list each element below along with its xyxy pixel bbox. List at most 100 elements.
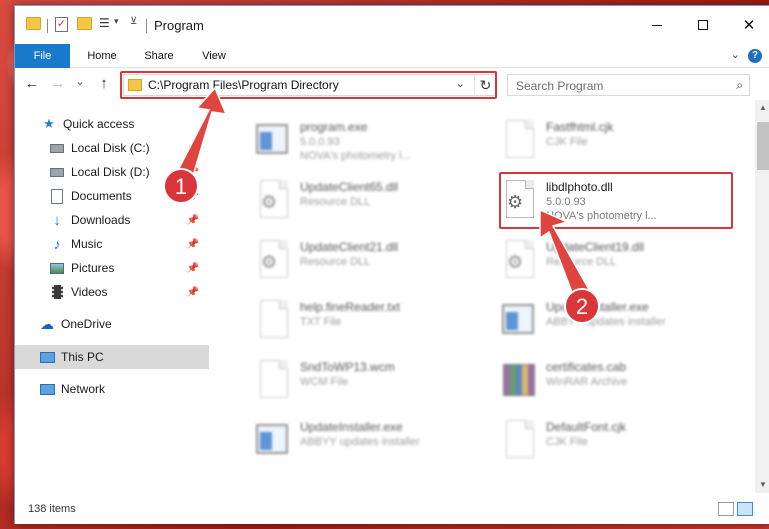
close-button[interactable]: ✕ (726, 6, 769, 44)
pin-icon[interactable]: 📌 (187, 287, 199, 298)
document-icon (254, 300, 290, 342)
sidebar-item-local-disk-d[interactable]: Local Disk (D:) 📌 (15, 160, 209, 184)
file-item[interactable]: ⚙ UpdateClient65.dll Resource DLL (246, 172, 486, 228)
close-icon: ✕ (742, 17, 756, 34)
exe-icon (500, 300, 536, 342)
expand-ribbon-icon[interactable]: ⌄ (731, 48, 740, 61)
file-name: UpdateClient21.dll (300, 240, 399, 254)
tab-view[interactable]: View (191, 44, 237, 68)
customize-toolbar-icon[interactable]: ⊻ (130, 16, 137, 27)
up-button[interactable]: ↑ (95, 75, 113, 93)
download-arrow-icon: ↓ (53, 211, 61, 229)
sidebar-item-label: Local Disk (C:) (71, 141, 150, 155)
tiles-view-button[interactable] (737, 502, 753, 516)
sidebar-item-music[interactable]: ♪ Music 📌 (15, 232, 209, 256)
star-icon: ★ (43, 116, 55, 131)
sidebar-item-documents[interactable]: Documents 📌 (15, 184, 209, 208)
file-version: 5.0.0.93 (300, 136, 340, 148)
minimize-button[interactable] (634, 6, 680, 44)
refresh-button[interactable]: ↻ (474, 74, 496, 96)
file-item[interactable]: ⚙ UpdateClient19.dll Resource DLL (492, 232, 732, 288)
sidebar-item-label: Documents (71, 189, 132, 203)
file-name: DefaultFont.cjk (546, 420, 627, 434)
sidebar-item-this-pc[interactable]: This PC (15, 345, 209, 369)
sidebar-item-pictures[interactable]: Pictures 📌 (15, 256, 209, 280)
sidebar-item-quick-access[interactable]: ★ Quick access (15, 112, 209, 136)
scroll-up-icon[interactable]: ▲ (755, 100, 769, 116)
sidebar-item-label: Network (61, 382, 106, 396)
help-button[interactable]: ? (748, 49, 762, 63)
sidebar-item-videos[interactable]: Videos 📌 (15, 280, 209, 304)
maximize-icon (698, 20, 708, 30)
dll-icon: ⚙ (500, 240, 536, 282)
file-item[interactable]: DefaultFont.cjk CJK File (492, 412, 732, 468)
file-name: Fastfhtml.cjk (546, 120, 614, 134)
document-icon (500, 120, 536, 162)
tab-share[interactable]: Share (134, 44, 184, 68)
file-item[interactable]: ⚙ UpdateClient21.dll Resource DLL (246, 232, 486, 288)
drive-icon (49, 164, 65, 180)
pin-icon[interactable]: 📌 (187, 167, 199, 178)
file-type: ABBYY updates installer (300, 436, 420, 448)
search-input[interactable]: Search Program (516, 79, 603, 93)
file-type: ABBYY updates installer (546, 316, 666, 328)
sidebar-item-network[interactable]: Network (15, 377, 209, 401)
search-icon[interactable]: ⌕ (736, 78, 743, 93)
sidebar-item-local-disk-c[interactable]: Local Disk (C:) 📌 (15, 136, 209, 160)
document-icon (254, 360, 290, 402)
file-item[interactable]: SndToWP13.wcm WCM File (246, 352, 486, 408)
file-item[interactable]: certificates.cab WinRAR Archive (492, 352, 732, 408)
file-item[interactable]: UpdateInstaller.exe ABBYY updates instal… (492, 292, 732, 348)
folder-icon (26, 17, 41, 30)
new-folder-icon[interactable] (77, 17, 92, 30)
pin-icon[interactable]: 📌 (187, 239, 199, 250)
file-type: TXT File (300, 316, 342, 328)
file-type: CJK File (546, 136, 588, 148)
minimize-icon (652, 24, 662, 26)
file-item[interactable]: Fastfhtml.cjk CJK File (492, 112, 732, 168)
chevron-down-icon[interactable]: ▾ (114, 16, 119, 27)
maximize-button[interactable] (680, 6, 726, 44)
sidebar-item-label: Quick access (63, 117, 135, 131)
tab-home[interactable]: Home (77, 44, 127, 68)
file-item[interactable]: program.exe 5.0.0.93 NOVA's photometry l… (246, 112, 486, 168)
sidebar-item-label: Local Disk (D:) (71, 165, 150, 179)
file-name: UpdateClient19.dll (546, 240, 645, 254)
navigation-bar: ← → ⌄ ↑ C:\Program Files\Program Directo… (15, 68, 769, 100)
pin-icon[interactable]: 📌 (187, 191, 199, 202)
back-button[interactable]: ← (23, 75, 41, 93)
sidebar-item-downloads[interactable]: ↓ Downloads 📌 (15, 208, 209, 232)
scroll-down-icon[interactable]: ▼ (755, 477, 769, 493)
forward-button[interactable]: → (49, 75, 67, 93)
file-name: UpdateClient65.dll (300, 180, 399, 194)
pin-icon[interactable]: 📌 (187, 143, 199, 154)
scrollbar-thumb[interactable] (757, 122, 769, 170)
tab-file[interactable]: File (15, 44, 70, 68)
properties-icon[interactable]: ✓ (55, 17, 68, 32)
film-icon (49, 284, 65, 300)
recent-locations-button[interactable]: ⌄ (71, 73, 89, 91)
details-view-button[interactable] (718, 502, 734, 516)
file-name: SndToWP13.wcm (300, 360, 395, 374)
navigation-pane: ★ Quick access Local Disk (C:) 📌 Local D… (15, 100, 210, 493)
file-item[interactable]: help.fineReader.txt TXT File (246, 292, 486, 348)
sidebar-item-label: Videos (71, 285, 108, 299)
file-name: certificates.cab (546, 360, 627, 374)
file-type: WCM File (300, 376, 349, 388)
address-path[interactable]: C:\Program Files\Program Directory (148, 78, 339, 92)
pin-icon[interactable]: 📌 (187, 263, 199, 274)
file-type: Resource DLL (300, 256, 371, 268)
file-type: CJK File (546, 436, 588, 448)
file-name: UpdateInstaller.exe (300, 420, 403, 434)
file-item[interactable]: UpdateInstaller.exe ABBYY updates instal… (246, 412, 486, 468)
address-bar[interactable]: C:\Program Files\Program Directory ⌄ (123, 74, 496, 96)
pin-icon[interactable]: 📌 (187, 215, 199, 226)
ribbon-tabs: File Home Share View ⌄ ? (15, 44, 769, 68)
file-list: program.exe 5.0.0.93 NOVA's photometry l… (210, 100, 755, 493)
view-options-icon[interactable]: ☰ (99, 16, 110, 30)
chevron-down-icon[interactable]: ⌄ (456, 77, 465, 90)
vertical-scrollbar[interactable]: ▲ ▼ (755, 100, 769, 493)
search-box[interactable]: Search Program ⌕ (507, 74, 750, 96)
sidebar-item-label: OneDrive (61, 317, 112, 331)
sidebar-item-onedrive[interactable]: ☁ OneDrive (15, 312, 209, 336)
